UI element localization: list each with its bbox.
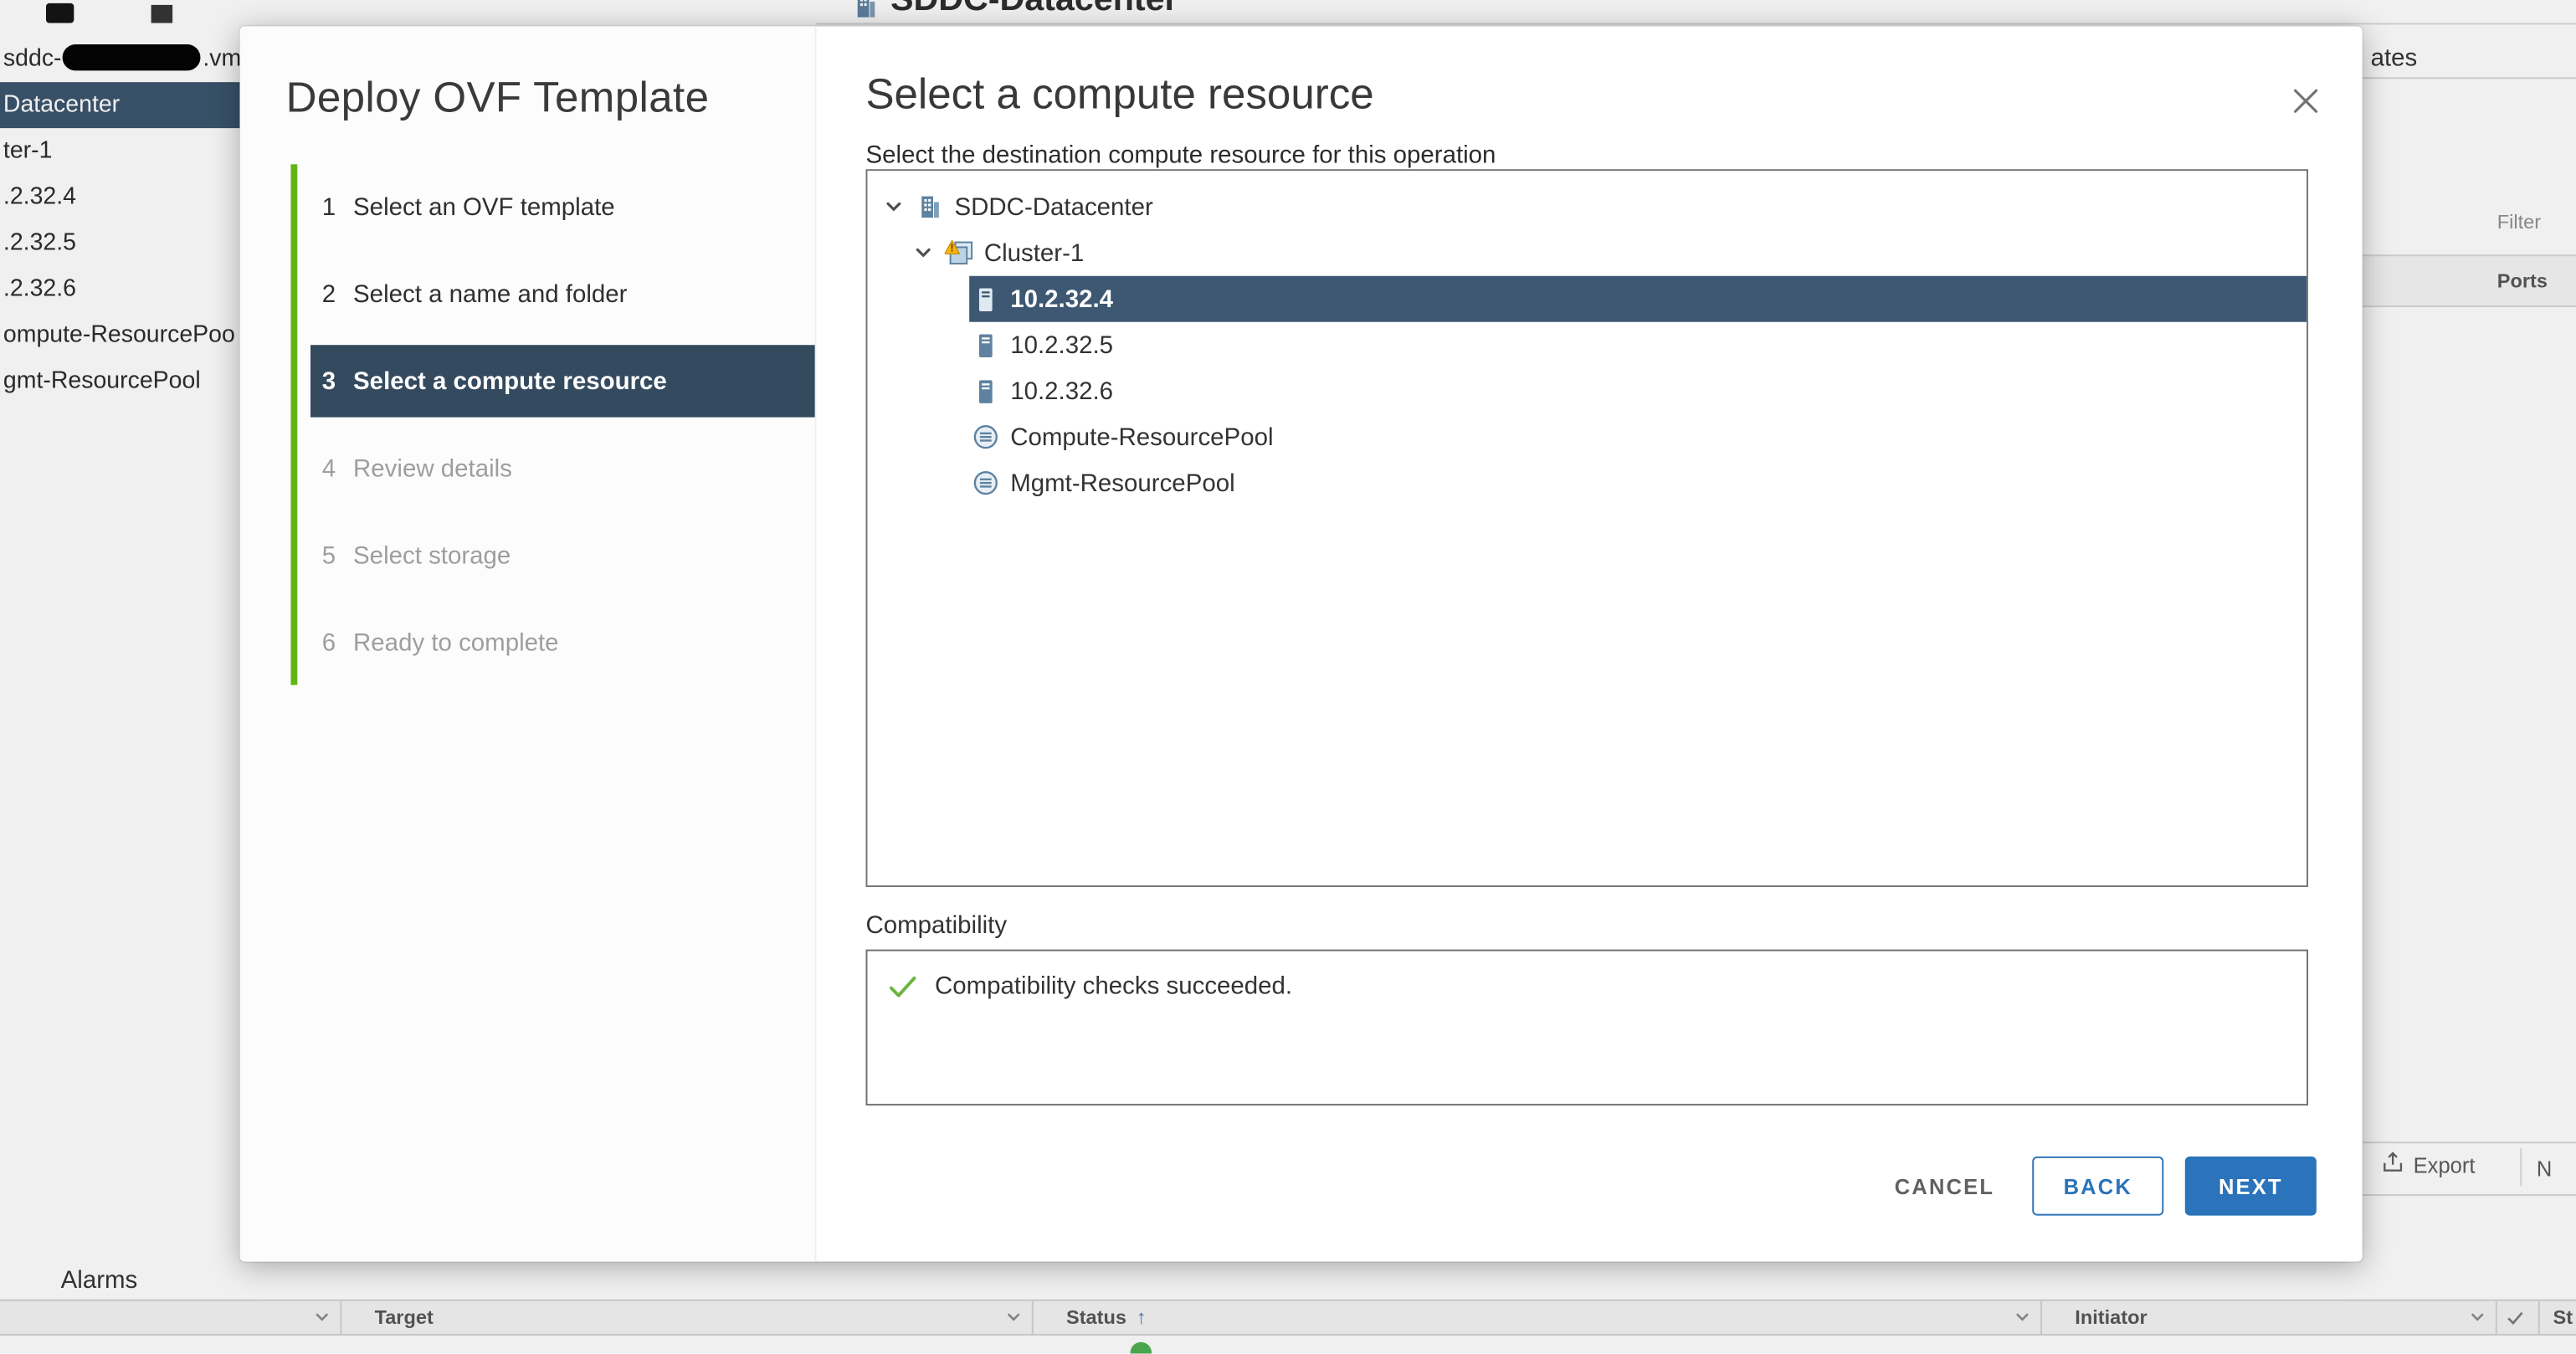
step-number: 5: [322, 542, 353, 570]
wizard-progress-bar: [290, 164, 297, 685]
wizard-step-2-select-name-folder[interactable]: 2 Select a name and folder: [310, 251, 815, 338]
chevron-down-icon[interactable]: [913, 244, 942, 264]
host-icon: [969, 331, 1000, 359]
wizard-steps-panel: Deploy OVF Template 1 Select an OVF temp…: [240, 26, 817, 1261]
datacenter-icon: [913, 193, 944, 221]
wizard-footer: CANCEL BACK NEXT: [1878, 1157, 2317, 1216]
compatibility-message: Compatibility checks succeeded.: [935, 972, 1292, 1000]
step-label: Select a name and folder: [353, 281, 627, 309]
step-label: Review details: [353, 455, 512, 483]
wizard-step-4-review-details: 4 Review details: [310, 425, 815, 512]
compute-resource-tree[interactable]: SDDC-Datacenter ! Cluster-1 10.2.32.4 10…: [866, 169, 2309, 887]
tree-item-cluster-1[interactable]: ! Cluster-1: [913, 230, 2307, 276]
tree-item-label: Cluster-1: [984, 239, 1084, 267]
wizard-title: Deploy OVF Template: [286, 72, 710, 123]
tree-item-compute-resourcepool[interactable]: Compute-ResourcePool: [969, 414, 2307, 460]
tree-item-label: Mgmt-ResourcePool: [1010, 469, 1234, 496]
step-label: Select an OVF template: [353, 194, 615, 222]
wizard-step-1-select-ovf-template[interactable]: 1 Select an OVF template: [310, 164, 815, 251]
close-icon: [2291, 86, 2318, 114]
wizard-content-panel: Select a compute resource Select the des…: [817, 26, 2363, 1261]
compatibility-box: Compatibility checks succeeded.: [866, 950, 2309, 1105]
step-label: Select storage: [353, 542, 511, 570]
step-number: 4: [322, 455, 353, 483]
wizard-step-5-select-storage: 5 Select storage: [310, 512, 815, 599]
vsphere-client: SDDC-Datacenter sddc-.vmw Datacenter ter…: [0, 0, 2576, 1354]
chevron-down-icon[interactable]: [884, 197, 913, 218]
cluster-warning-icon: !: [943, 239, 974, 267]
resource-pool-icon: [969, 423, 1000, 450]
cancel-button[interactable]: CANCEL: [1878, 1157, 2011, 1216]
deploy-ovf-template-dialog: Deploy OVF Template 1 Select an OVF temp…: [240, 26, 2363, 1261]
step-number: 2: [322, 281, 353, 309]
wizard-steps-list: 1 Select an OVF template 2 Select a name…: [310, 164, 815, 686]
wizard-step-6-ready-to-complete: 6 Ready to complete: [310, 599, 815, 686]
tree-item-label: 10.2.32.4: [1010, 285, 1113, 313]
tree-item-label: 10.2.32.5: [1010, 331, 1113, 359]
tree-item-mgmt-resourcepool[interactable]: Mgmt-ResourcePool: [969, 460, 2307, 506]
step-page-subtitle: Select the destination compute resource …: [866, 141, 1496, 169]
resource-pool-icon: [969, 469, 1000, 496]
step-page-title: Select a compute resource: [866, 69, 1374, 120]
step-number: 1: [322, 194, 353, 222]
success-check-icon: [889, 975, 916, 998]
close-button[interactable]: [2287, 82, 2323, 118]
wizard-step-3-select-compute-resource[interactable]: 3 Select a compute resource: [310, 345, 815, 417]
compatibility-heading: Compatibility: [866, 911, 1008, 939]
step-label: Select a compute resource: [353, 367, 667, 395]
tree-item-sddc-datacenter[interactable]: SDDC-Datacenter: [884, 184, 2307, 230]
tree-item-host-10-2-32-4[interactable]: 10.2.32.4: [969, 276, 2307, 322]
tree-item-label: SDDC-Datacenter: [955, 193, 1153, 221]
svg-text:!: !: [949, 241, 952, 254]
host-icon: [969, 377, 1000, 405]
tree-item-label: 10.2.32.6: [1010, 377, 1113, 405]
next-button[interactable]: NEXT: [2185, 1157, 2317, 1216]
tree-item-label: Compute-ResourcePool: [1010, 423, 1273, 450]
tree-item-host-10-2-32-6[interactable]: 10.2.32.6: [969, 368, 2307, 414]
step-number: 6: [322, 629, 353, 657]
host-icon: [969, 285, 1000, 313]
step-number: 3: [322, 367, 353, 395]
screenshot-root: SDDC-Datacenter sddc-.vmw Datacenter ter…: [0, 0, 2576, 1354]
tree-item-host-10-2-32-5[interactable]: 10.2.32.5: [969, 322, 2307, 368]
step-label: Ready to complete: [353, 629, 559, 657]
back-button[interactable]: BACK: [2032, 1157, 2163, 1216]
